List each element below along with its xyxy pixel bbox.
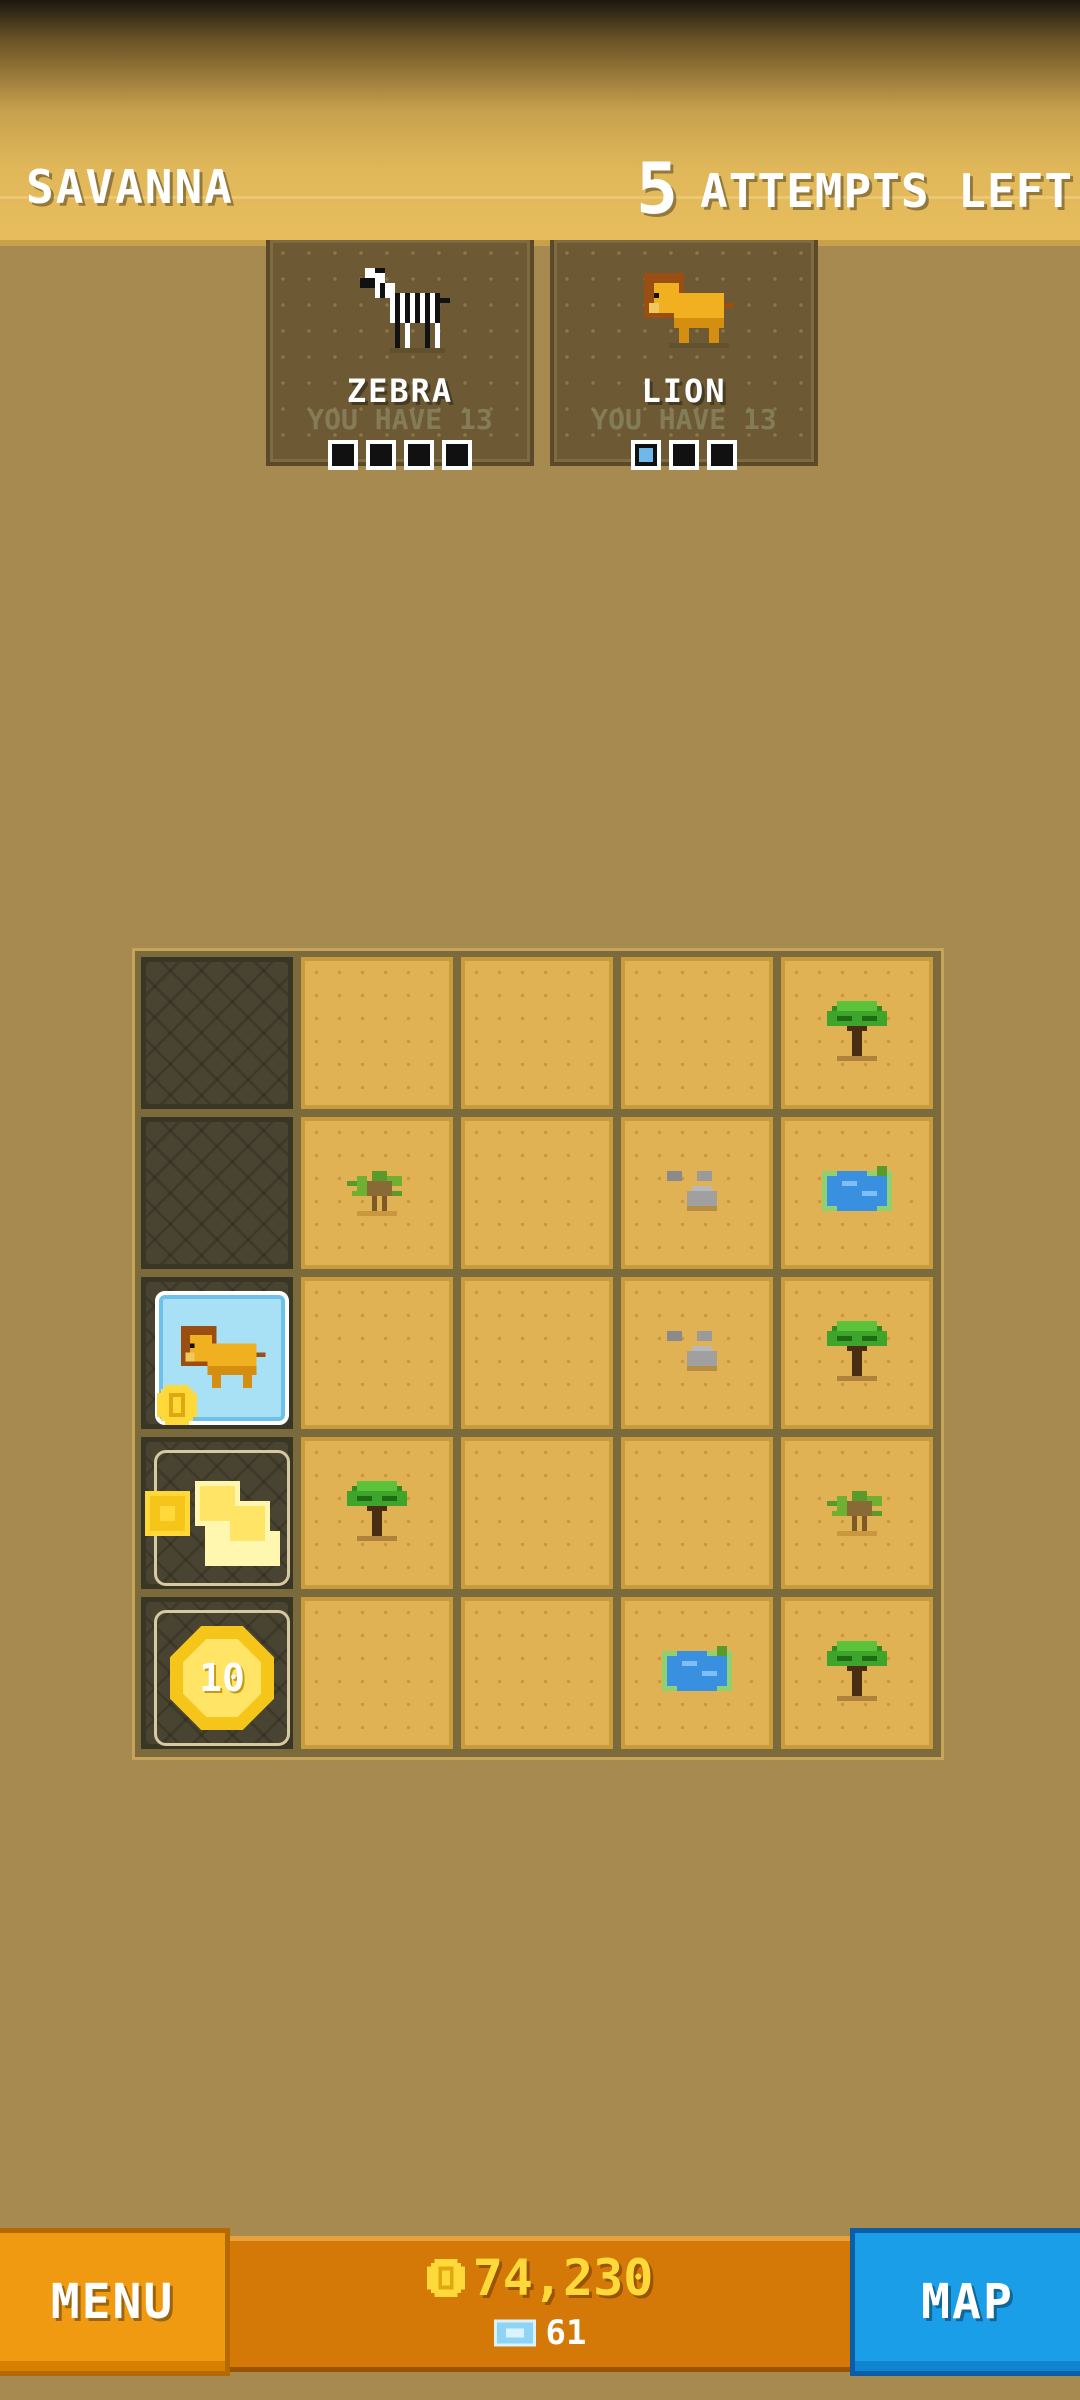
- grid-tile[interactable]: [141, 1437, 293, 1589]
- grid-tile[interactable]: [461, 1597, 613, 1749]
- coin-pile-icon: [145, 1461, 295, 1585]
- game-board: 10: [132, 948, 944, 1760]
- grid-tile[interactable]: [781, 1437, 933, 1589]
- grid-tile[interactable]: [621, 1277, 773, 1429]
- coin-10-icon: 10: [170, 1626, 274, 1730]
- zebra-icon: [345, 258, 455, 362]
- grid-tile[interactable]: [301, 1277, 453, 1429]
- tree-icon: [817, 1631, 897, 1715]
- attempts-label: ATTEMPTS LEFT: [700, 164, 1074, 218]
- grid-tile[interactable]: [461, 957, 613, 1109]
- lion-progress: [631, 440, 737, 470]
- animal-owned-count: YOU HAVE 13: [307, 403, 493, 436]
- found-lion-tile: [155, 1291, 289, 1425]
- grid-tile[interactable]: [461, 1117, 613, 1269]
- rocks-icon: [662, 1321, 732, 1385]
- tree-icon: [817, 991, 897, 1075]
- grid-tile[interactable]: [781, 957, 933, 1109]
- progress-box: [328, 440, 358, 470]
- ticket-balance: 61: [545, 2313, 587, 2353]
- grid-tile[interactable]: [141, 1117, 293, 1269]
- animal-card-zebra[interactable]: ZEBRA YOU HAVE 13: [266, 240, 534, 470]
- grid-tile[interactable]: [781, 1117, 933, 1269]
- grid-tile[interactable]: [461, 1437, 613, 1589]
- grid-tile[interactable]: [781, 1277, 933, 1429]
- lion-icon: [629, 258, 739, 362]
- progress-box: [707, 440, 737, 470]
- coin-value: 10: [183, 1639, 261, 1717]
- grid-tile[interactable]: [141, 1277, 293, 1429]
- grid-tile[interactable]: [141, 957, 293, 1109]
- zebra-progress: [328, 440, 472, 470]
- progress-box: [669, 440, 699, 470]
- ticket-icon: [493, 2319, 536, 2347]
- progress-box: [442, 440, 472, 470]
- grid-tile[interactable]: [781, 1597, 933, 1749]
- tickets-row: 61: [230, 2313, 850, 2353]
- grid-tile[interactable]: [621, 1437, 773, 1589]
- attempts-count: 5: [636, 148, 681, 230]
- grid-tile[interactable]: [301, 1597, 453, 1749]
- rocks-icon: [662, 1161, 732, 1225]
- bush-icon: [337, 1161, 417, 1225]
- tree-icon: [337, 1471, 417, 1555]
- grid-tile[interactable]: [621, 1597, 773, 1749]
- level-name: SAVANNA: [26, 160, 234, 214]
- progress-box: [631, 440, 661, 470]
- coin-icon: [157, 1385, 197, 1429]
- map-button[interactable]: MAP: [850, 2228, 1080, 2376]
- menu-button[interactable]: MENU: [0, 2228, 230, 2376]
- coin-pile-tile: [145, 1450, 290, 1586]
- waterhole-icon: [812, 1156, 902, 1230]
- top-header: SAVANNA 5 ATTEMPTS LEFT: [0, 0, 1080, 246]
- coin-balance: 74,230: [472, 2249, 654, 2307]
- currency-panel: 74,230 61: [230, 2236, 850, 2372]
- grid-tile[interactable]: [301, 1117, 453, 1269]
- bottom-bar: MENU 74,230 61 MAP: [0, 2228, 1080, 2378]
- waterhole-icon: [652, 1636, 742, 1710]
- grid-tile[interactable]: [301, 1437, 453, 1589]
- progress-box: [366, 440, 396, 470]
- animal-card-lion[interactable]: LION YOU HAVE 13: [550, 240, 818, 470]
- grid-tile[interactable]: [621, 957, 773, 1109]
- grid-tile[interactable]: [301, 957, 453, 1109]
- coin-icon: [426, 2259, 465, 2297]
- grid-tile[interactable]: 10: [141, 1597, 293, 1749]
- coin-bonus-tile: 10: [154, 1610, 290, 1746]
- progress-box: [404, 440, 434, 470]
- bush-icon: [817, 1481, 897, 1545]
- grid-tile[interactable]: [621, 1117, 773, 1269]
- coins-row: 74,230: [230, 2249, 850, 2307]
- tree-icon: [817, 1311, 897, 1395]
- animal-owned-count: YOU HAVE 13: [591, 403, 777, 436]
- grid-tile[interactable]: [461, 1277, 613, 1429]
